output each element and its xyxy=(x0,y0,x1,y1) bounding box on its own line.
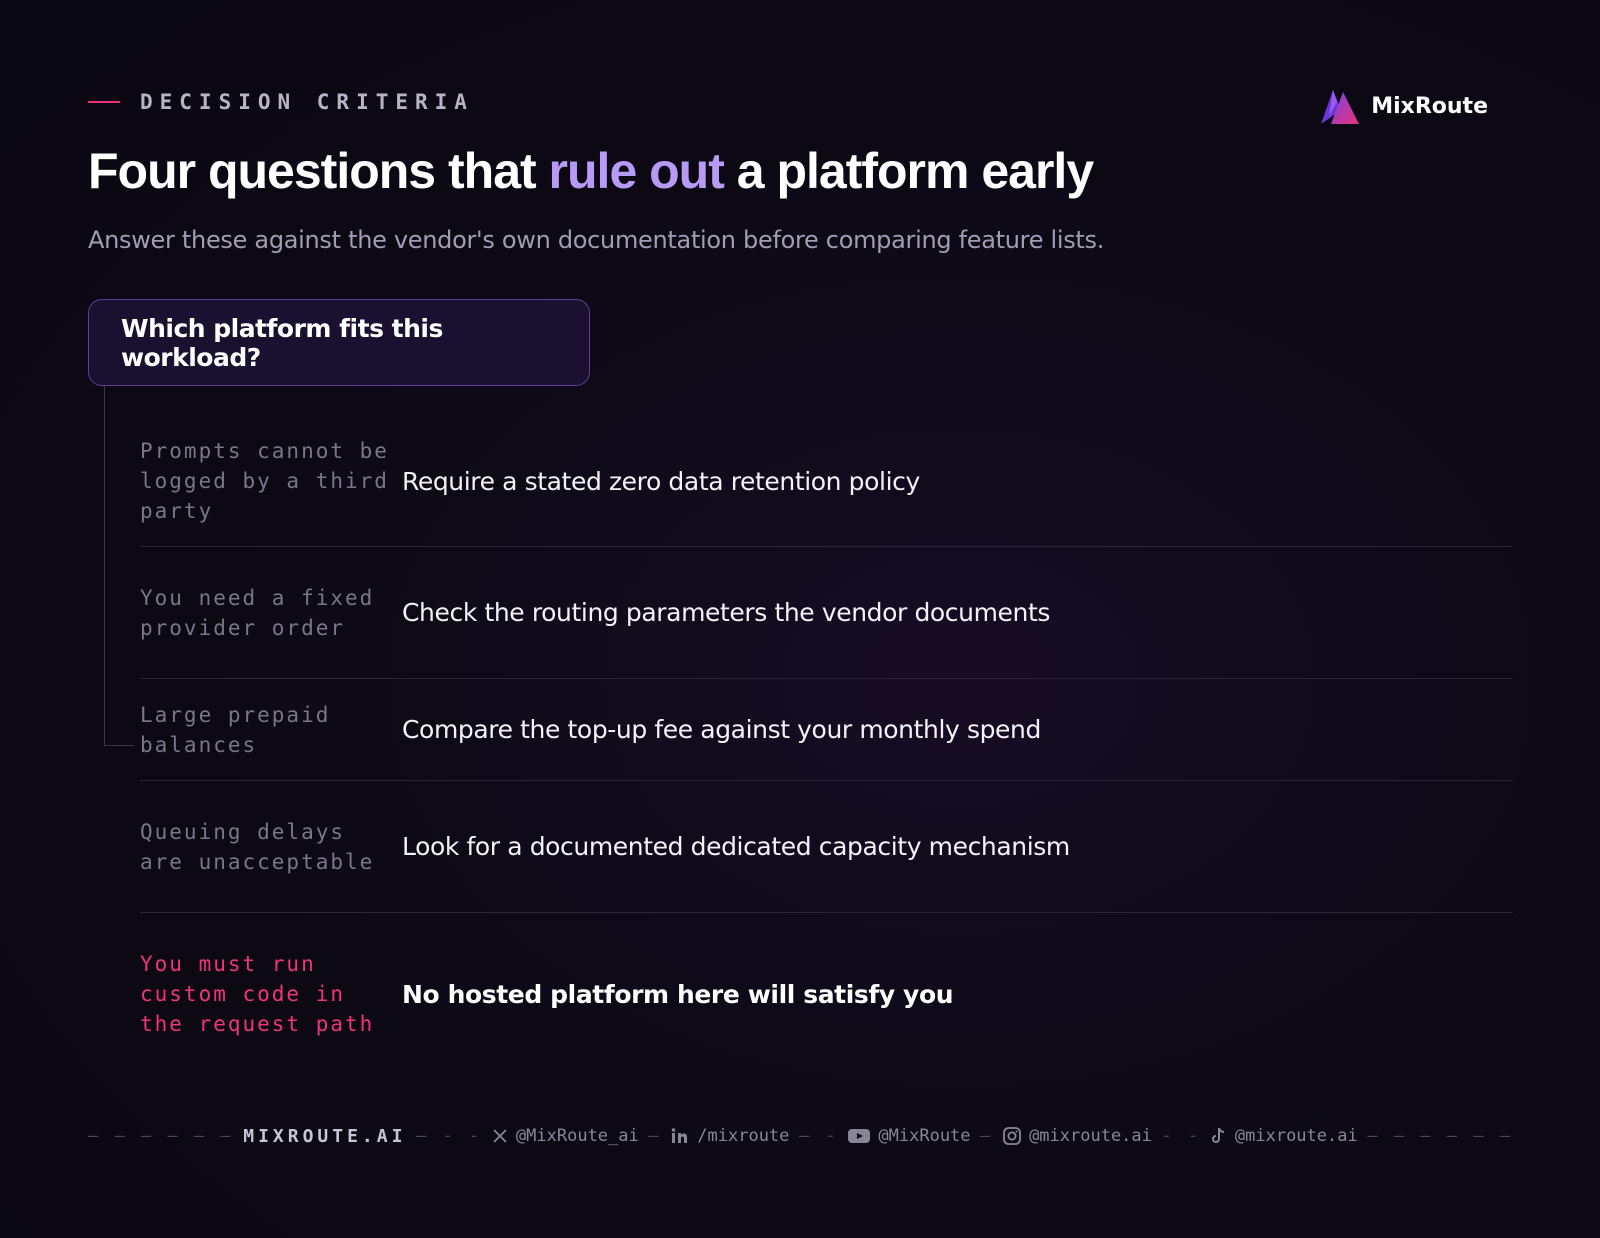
brand: MixRoute xyxy=(1319,86,1488,126)
criteria-action: Require a stated zero data retention pol… xyxy=(402,466,920,496)
footer-instagram-handle: @mixroute.ai xyxy=(1029,1126,1152,1146)
eyebrow-label: DECISION CRITERIA xyxy=(140,90,474,114)
criteria-row: Queuing delays are unacceptable Look for… xyxy=(140,781,1513,913)
tiktok-icon xyxy=(1211,1127,1224,1143)
footer-divider: – - xyxy=(799,1126,839,1146)
footer-divider: – – – – – – xyxy=(88,1126,234,1146)
criteria-row: Prompts cannot be logged by a third part… xyxy=(140,416,1513,547)
footer-youtube-link[interactable]: @MixRoute xyxy=(848,1126,971,1146)
criteria-condition: Queuing delays are unacceptable xyxy=(140,819,375,874)
footer-tiktok-handle: @mixroute.ai xyxy=(1234,1126,1358,1146)
footer-site-link[interactable]: MIXROUTE.AI xyxy=(243,1126,406,1147)
criteria-action: No hosted platform here will satisfy you xyxy=(402,979,954,1009)
footer-divider: – xyxy=(980,1126,994,1146)
title-before: Four questions that xyxy=(88,143,549,199)
footer-youtube-handle: @MixRoute xyxy=(878,1126,971,1146)
title-after: a platform early xyxy=(723,143,1094,199)
mountain-logo-icon xyxy=(1321,90,1360,124)
criteria-condition: You need a fixed provider order xyxy=(140,585,375,640)
criteria-action: Check the routing parameters the vendor … xyxy=(402,598,1051,627)
footer-x-handle: @MixRoute_ai xyxy=(515,1126,639,1146)
x-icon xyxy=(493,1129,507,1143)
footer-linkedin-link[interactable]: /mixroute xyxy=(671,1126,789,1146)
brand-name: MixRoute xyxy=(1371,93,1488,119)
footer-x-link[interactable]: @MixRoute_ai xyxy=(492,1126,639,1146)
criteria-list: Prompts cannot be logged by a third part… xyxy=(140,416,1513,1075)
footer-instagram-link[interactable]: @mixroute.ai xyxy=(1003,1126,1152,1146)
subtitle: Answer these against the vendor's own do… xyxy=(88,226,1105,254)
criteria-action: Look for a documented dedicated capacity… xyxy=(402,832,1070,861)
tree-connector xyxy=(104,386,134,746)
footer-tiktok-link[interactable]: @mixroute.ai xyxy=(1211,1126,1358,1146)
footer-divider: – - - xyxy=(416,1126,483,1146)
criteria-row-alert: You must run custom code in the request … xyxy=(140,913,1513,1075)
criteria-condition: You must run custom code in the request … xyxy=(140,952,375,1036)
criteria-condition: Prompts cannot be logged by a third part… xyxy=(140,439,389,523)
eyebrow-dash xyxy=(88,101,120,103)
question-box: Which platform fits this workload? xyxy=(88,299,590,386)
criteria-action: Compare the top-up fee against your mont… xyxy=(402,715,1041,744)
footer-linkedin-handle: /mixroute xyxy=(697,1126,790,1146)
criteria-row: Large prepaid balances Compare the top-u… xyxy=(140,679,1513,781)
criteria-condition: Large prepaid balances xyxy=(140,702,331,757)
eyebrow: DECISION CRITERIA xyxy=(88,90,474,114)
title-highlight: rule out xyxy=(548,143,725,199)
footer-divider: - - xyxy=(1161,1126,1202,1146)
linkedin-icon xyxy=(671,1128,688,1143)
criteria-row: You need a fixed provider order Check th… xyxy=(140,547,1513,679)
footer-divider: – – – – – – xyxy=(1367,1126,1513,1146)
page-title: Four questions that rule out a platform … xyxy=(88,142,1094,200)
instagram-icon xyxy=(1003,1127,1021,1145)
footer-divider: – xyxy=(648,1126,662,1146)
youtube-icon xyxy=(848,1129,871,1143)
footer: – – – – – – MIXROUTE.AI – - - @MixRoute_… xyxy=(88,1124,1513,1148)
